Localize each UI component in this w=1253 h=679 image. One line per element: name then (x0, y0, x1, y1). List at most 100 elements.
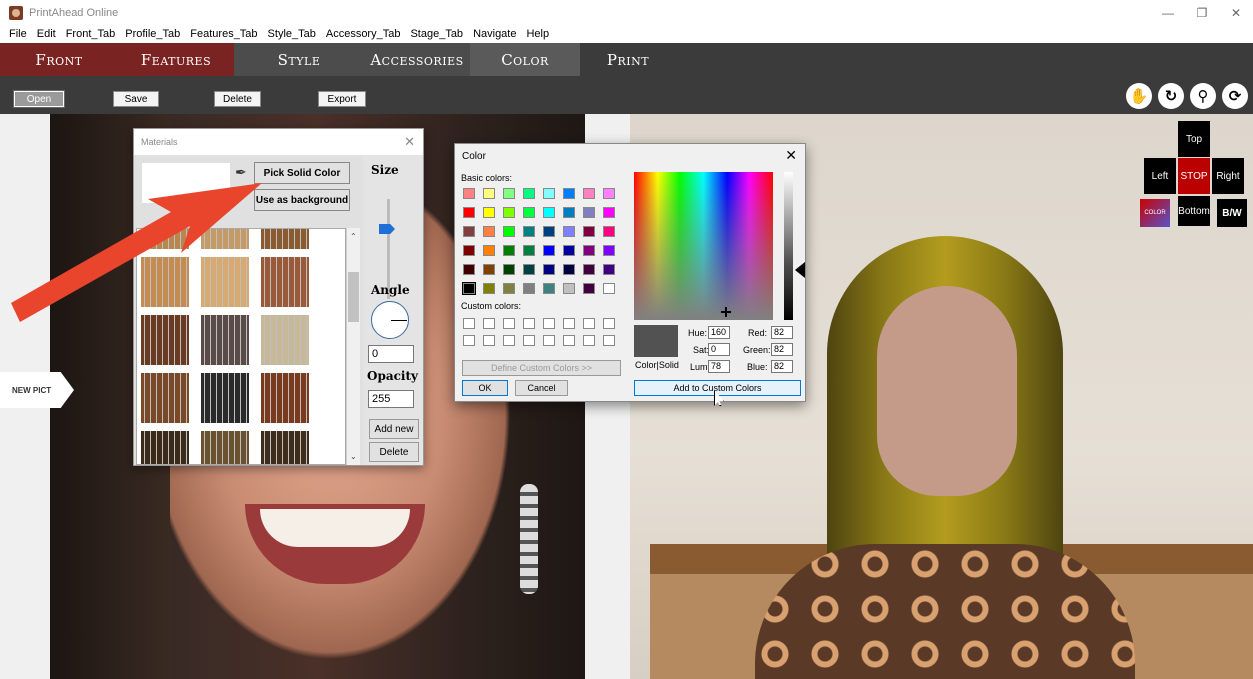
basic-color-swatch[interactable] (503, 226, 515, 237)
basic-color-swatch[interactable] (603, 264, 615, 275)
basic-color-swatch[interactable] (563, 264, 575, 275)
view-left-button[interactable]: Left (1144, 158, 1176, 194)
menu-features-tab[interactable]: Features_Tab (185, 28, 262, 40)
basic-color-swatch[interactable] (523, 283, 535, 294)
basic-color-swatch[interactable] (523, 226, 535, 237)
basic-color-swatch[interactable] (603, 188, 615, 199)
new-pict-button[interactable]: NEW PICT (0, 372, 74, 408)
basic-color-swatch[interactable] (463, 264, 475, 275)
scroll-thumb[interactable] (348, 272, 359, 322)
texture-swatch[interactable] (261, 257, 309, 307)
basic-color-swatch[interactable] (503, 207, 515, 218)
basic-color-swatch[interactable] (523, 264, 535, 275)
texture-swatch[interactable] (261, 315, 309, 365)
basic-color-swatch[interactable] (563, 207, 575, 218)
basic-color-swatch[interactable] (523, 245, 535, 256)
view-stop-button[interactable]: STOP (1178, 158, 1210, 194)
basic-color-swatch[interactable] (583, 207, 595, 218)
texture-scrollbar[interactable]: ⌃ ⌄ (346, 228, 360, 465)
basic-color-swatch[interactable] (583, 264, 595, 275)
custom-color-swatch[interactable] (483, 318, 495, 329)
basic-color-swatch[interactable] (523, 188, 535, 199)
tab-accessories[interactable]: Accessories (364, 43, 470, 76)
view-color-button[interactable]: COLOR (1140, 199, 1170, 227)
texture-swatch[interactable] (261, 373, 309, 423)
basic-color-swatch[interactable] (543, 283, 555, 294)
menu-accessory-tab[interactable]: Accessory_Tab (321, 28, 406, 40)
basic-color-swatch[interactable] (503, 264, 515, 275)
menu-edit[interactable]: Edit (32, 28, 61, 40)
use-as-background-button[interactable]: Use as background (254, 189, 350, 211)
custom-color-swatch[interactable] (483, 335, 495, 346)
basic-color-swatch[interactable] (603, 207, 615, 218)
close-icon[interactable]: ✕ (404, 134, 415, 150)
custom-color-swatch[interactable] (543, 335, 555, 346)
custom-color-swatch[interactable] (603, 318, 615, 329)
tab-features[interactable]: Features (118, 43, 234, 76)
basic-color-swatch[interactable] (603, 226, 615, 237)
basic-color-swatch[interactable] (603, 283, 615, 294)
basic-color-swatch[interactable] (503, 188, 515, 199)
cancel-button[interactable]: Cancel (515, 380, 568, 396)
custom-color-swatch[interactable] (523, 335, 535, 346)
basic-color-swatch[interactable] (483, 188, 495, 199)
menu-help[interactable]: Help (521, 28, 554, 40)
export-button[interactable]: Export (318, 91, 366, 107)
luminance-bar[interactable] (784, 172, 793, 320)
basic-color-swatch[interactable] (503, 245, 515, 256)
basic-color-swatch[interactable] (583, 245, 595, 256)
custom-color-swatch[interactable] (583, 335, 595, 346)
texture-list[interactable] (136, 228, 346, 465)
texture-swatch[interactable] (141, 257, 189, 307)
custom-color-swatch[interactable] (583, 318, 595, 329)
basic-color-swatch[interactable] (583, 283, 595, 294)
zoom-icon[interactable]: ⚲ (1190, 83, 1216, 109)
custom-color-swatch[interactable] (523, 318, 535, 329)
custom-color-swatch[interactable] (463, 318, 475, 329)
hue-field[interactable]: 160 (708, 326, 730, 339)
tab-print[interactable]: Print (580, 43, 676, 76)
basic-color-swatch[interactable] (543, 264, 555, 275)
custom-color-swatch[interactable] (563, 318, 575, 329)
basic-color-swatch[interactable] (563, 188, 575, 199)
basic-color-swatch[interactable] (483, 207, 495, 218)
basic-color-swatch[interactable] (483, 245, 495, 256)
minimize-button[interactable]: — (1151, 0, 1185, 26)
rotate-icon[interactable]: ↻ (1158, 83, 1184, 109)
texture-swatch[interactable] (201, 431, 249, 464)
basic-color-swatch[interactable] (463, 245, 475, 256)
delete-button[interactable]: Delete (214, 91, 261, 107)
scroll-down-icon[interactable]: ⌄ (350, 452, 357, 461)
eyedropper-icon[interactable]: ✒ (235, 164, 247, 181)
texture-swatch[interactable] (201, 315, 249, 365)
view-bw-button[interactable]: B/W (1217, 199, 1247, 227)
texture-swatch[interactable] (201, 373, 249, 423)
basic-color-swatch[interactable] (543, 188, 555, 199)
scroll-up-icon[interactable]: ⌃ (350, 232, 357, 241)
menu-file[interactable]: File (4, 28, 32, 40)
basic-color-swatch[interactable] (583, 188, 595, 199)
basic-color-swatch[interactable] (543, 226, 555, 237)
texture-swatch[interactable] (261, 229, 309, 249)
pick-solid-color-button[interactable]: Pick Solid Color (254, 162, 350, 184)
angle-field[interactable]: 0 (368, 345, 414, 363)
add-to-custom-colors-button[interactable]: Add to Custom Colors (634, 380, 801, 396)
delete-material-button[interactable]: Delete (369, 442, 419, 462)
basic-color-swatch[interactable] (463, 226, 475, 237)
basic-color-swatch[interactable] (463, 207, 475, 218)
texture-swatch[interactable] (261, 431, 309, 464)
basic-color-swatch[interactable] (543, 207, 555, 218)
texture-swatch[interactable] (201, 257, 249, 307)
texture-swatch[interactable] (141, 315, 189, 365)
restore-button[interactable]: ❐ (1185, 0, 1219, 26)
custom-color-swatch[interactable] (503, 318, 515, 329)
opacity-field[interactable]: 255 (368, 390, 414, 408)
custom-color-swatch[interactable] (463, 335, 475, 346)
basic-color-swatch[interactable] (483, 283, 495, 294)
custom-color-swatch[interactable] (563, 335, 575, 346)
ok-button[interactable]: OK (462, 380, 508, 396)
tab-front[interactable]: Front (0, 43, 118, 76)
texture-swatch[interactable] (201, 229, 249, 249)
texture-swatch[interactable] (141, 431, 189, 464)
angle-dial[interactable] (371, 301, 409, 339)
